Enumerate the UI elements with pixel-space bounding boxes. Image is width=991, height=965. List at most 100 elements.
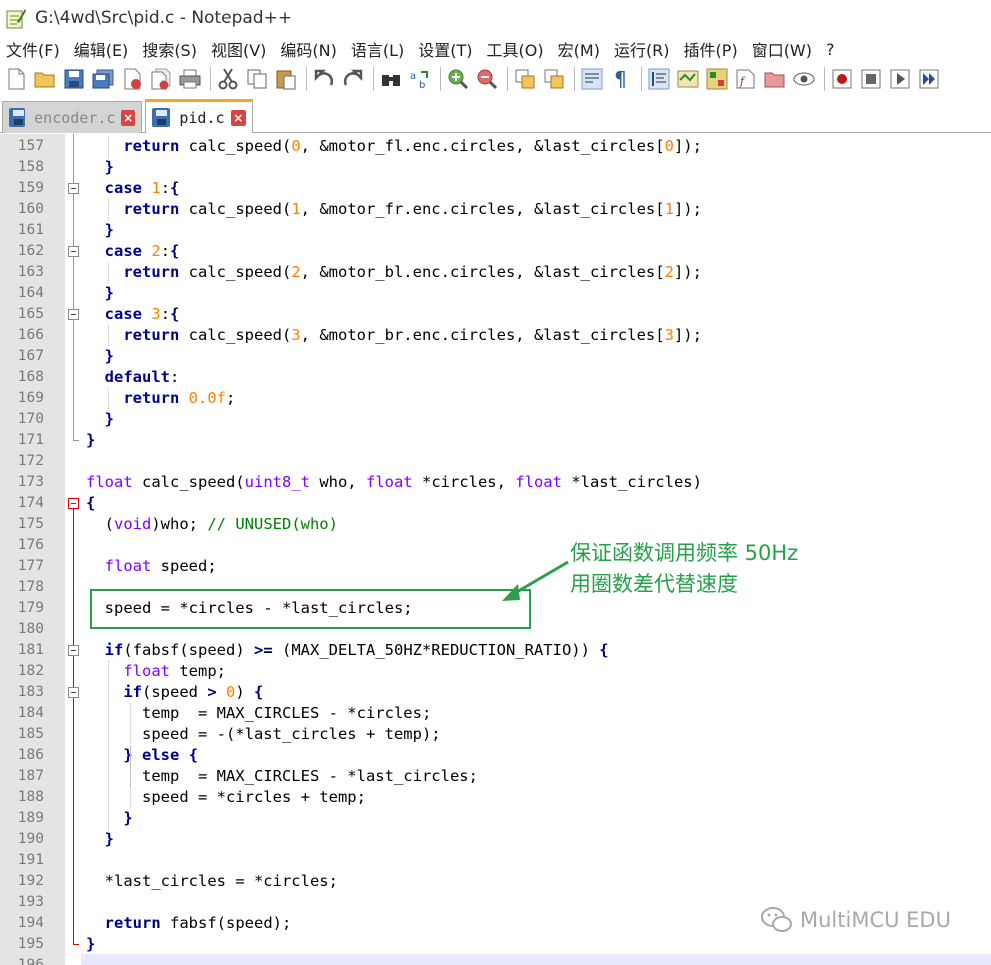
code-line[interactable]: 189 }: [0, 808, 991, 829]
code-line[interactable]: 184 temp = MAX_CIRCLES - *circles;: [0, 703, 991, 724]
fold-toggle-icon[interactable]: [68, 498, 79, 509]
code-line[interactable]: 161 }: [0, 220, 991, 241]
menu-window[interactable]: 窗口(W): [746, 37, 818, 61]
notepadpp-app-icon[interactable]: [5, 7, 27, 29]
code-line[interactable]: 167 }: [0, 346, 991, 367]
fold-toggle-icon[interactable]: [68, 183, 79, 194]
save-all-icon[interactable]: [90, 67, 115, 92]
code-line[interactable]: 164 }: [0, 283, 991, 304]
menu-edit[interactable]: 编辑(E): [68, 37, 135, 61]
indent-guide: [108, 262, 109, 283]
document-map-icon[interactable]: [675, 67, 700, 92]
line-number: 184: [17, 705, 44, 721]
undo-icon[interactable]: [311, 67, 336, 92]
code-line[interactable]: 182 float temp;: [0, 661, 991, 682]
code-line[interactable]: 157 return calc_speed(0, &motor_fl.enc.c…: [0, 136, 991, 157]
code-line[interactable]: 172: [0, 451, 991, 472]
code-line[interactable]: 181 if(fabsf(speed) >= (MAX_DELTA_50HZ*R…: [0, 640, 991, 661]
code-line[interactable]: 175 (void)who; // UNUSED(who): [0, 514, 991, 535]
save-icon[interactable]: [61, 67, 86, 92]
tab-close-icon[interactable]: ×: [230, 109, 246, 126]
code-line[interactable]: 171}: [0, 430, 991, 451]
fold-toggle-icon[interactable]: [68, 309, 79, 320]
menu-run[interactable]: 运行(R): [608, 37, 676, 61]
open-file-icon[interactable]: [32, 67, 57, 92]
record-macro-icon[interactable]: [829, 67, 854, 92]
code-line[interactable]: 166 return calc_speed(3, &motor_br.enc.c…: [0, 325, 991, 346]
folder-as-workspace-icon[interactable]: f: [733, 67, 758, 92]
fold-toggle-icon[interactable]: [68, 246, 79, 257]
sync-horizontal-icon[interactable]: [541, 67, 566, 92]
menu-encoding[interactable]: 编码(N): [274, 37, 342, 61]
close-icon[interactable]: [119, 67, 144, 92]
code-line[interactable]: 195}: [0, 934, 991, 955]
code-line[interactable]: 185 speed = -(*last_circles + temp);: [0, 724, 991, 745]
find-icon[interactable]: [378, 67, 403, 92]
menu-file[interactable]: 文件(F): [0, 37, 66, 61]
menu-search[interactable]: 搜索(S): [136, 37, 203, 61]
doc-switcher-icon[interactable]: [762, 67, 787, 92]
menu-tools[interactable]: 工具(O): [481, 37, 550, 61]
code-text: return fabsf(speed);: [104, 914, 292, 932]
code-line[interactable]: 191: [0, 850, 991, 871]
code-line[interactable]: 188 speed = *circles + temp;: [0, 787, 991, 808]
function-list-icon[interactable]: [704, 67, 729, 92]
indent-guide-icon[interactable]: [646, 67, 671, 92]
code-editor[interactable]: 157 return calc_speed(0, &motor_fl.enc.c…: [0, 134, 991, 965]
play-macro-icon[interactable]: [887, 67, 912, 92]
show-all-chars-icon[interactable]: ¶: [608, 67, 633, 92]
code-line[interactable]: 162 case 2:{: [0, 241, 991, 262]
code-line[interactable]: 165 case 3:{: [0, 304, 991, 325]
sync-vertical-icon[interactable]: [512, 67, 537, 92]
menu-view[interactable]: 视图(V): [205, 37, 272, 61]
code-line[interactable]: 187 temp = MAX_CIRCLES - *last_circles;: [0, 766, 991, 787]
word-wrap-icon[interactable]: [579, 67, 604, 92]
code-line[interactable]: 170 }: [0, 409, 991, 430]
line-number: 165: [17, 306, 44, 322]
run-macro-multiple-icon[interactable]: [916, 67, 941, 92]
fold-toggle-icon[interactable]: [68, 645, 79, 656]
line-number: 175: [17, 516, 44, 532]
menu-language[interactable]: 语言(L): [345, 37, 410, 61]
code-line[interactable]: 160 return calc_speed(1, &motor_fr.enc.c…: [0, 199, 991, 220]
menu-macro[interactable]: 宏(M): [552, 37, 606, 61]
code-line[interactable]: 190 }: [0, 829, 991, 850]
code-line[interactable]: 196: [0, 955, 991, 965]
code-line[interactable]: 176: [0, 535, 991, 556]
code-line[interactable]: 163 return calc_speed(2, &motor_bl.enc.c…: [0, 262, 991, 283]
code-line[interactable]: 186 } else {: [0, 745, 991, 766]
stop-macro-icon[interactable]: [858, 67, 883, 92]
menu-plugins[interactable]: 插件(P): [678, 37, 744, 61]
code-text: } else {: [123, 746, 199, 764]
code-line[interactable]: 168 default:: [0, 367, 991, 388]
code-line[interactable]: 158 }: [0, 157, 991, 178]
code-line[interactable]: 192 *last_circles = *circles;: [0, 871, 991, 892]
saved-file-icon: [152, 108, 171, 127]
close-all-icon[interactable]: [148, 67, 173, 92]
tab-label: pid.c: [179, 108, 225, 127]
line-number: 187: [17, 768, 44, 784]
zoom-out-icon[interactable]: [474, 67, 499, 92]
tab-encoder-c[interactable]: encoder.c ×: [2, 101, 142, 133]
fold-toggle-icon[interactable]: [68, 687, 79, 698]
replace-icon[interactable]: ab: [407, 67, 432, 92]
tab-pid-c[interactable]: pid.c ×: [145, 99, 253, 133]
zoom-in-icon[interactable]: [445, 67, 470, 92]
print-icon[interactable]: [177, 67, 202, 92]
paste-icon[interactable]: [273, 67, 298, 92]
redo-icon[interactable]: [340, 67, 365, 92]
indent-guide: [108, 388, 109, 409]
tab-close-icon[interactable]: ×: [121, 109, 135, 126]
code-line[interactable]: 173 float calc_speed(uint8_t who, float *…: [0, 472, 991, 493]
code-line[interactable]: 174 {: [0, 493, 991, 514]
code-line[interactable]: 169 return 0.0f;: [0, 388, 991, 409]
new-file-icon[interactable]: [3, 67, 28, 92]
copy-icon[interactable]: [244, 67, 269, 92]
menu-help[interactable]: ?: [820, 40, 841, 59]
cut-icon[interactable]: [215, 67, 240, 92]
code-line[interactable]: 159 case 1:{: [0, 178, 991, 199]
monitoring-icon[interactable]: [791, 67, 816, 92]
annotation-text-line1: 保证函数调用频率 50Hz: [570, 541, 799, 565]
code-line[interactable]: 183 if(speed > 0) {: [0, 682, 991, 703]
menu-settings[interactable]: 设置(T): [412, 37, 478, 61]
